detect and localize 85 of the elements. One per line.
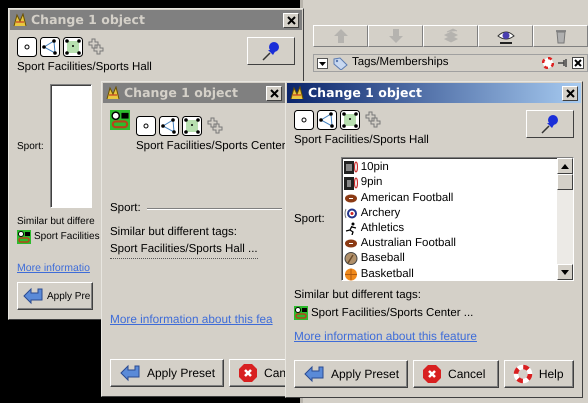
close-icon (270, 88, 278, 98)
pin-button[interactable] (247, 37, 295, 65)
list-item[interactable]: Athletics (344, 221, 555, 236)
undock-icon[interactable] (557, 57, 569, 69)
target-icon (344, 206, 358, 220)
preset-path: Sport Facilities/Sports Center (136, 139, 286, 154)
similar-preset-link[interactable]: Sport Facilities (34, 229, 100, 244)
list-item[interactable]: Baseball (344, 251, 555, 267)
down-arrow-icon (386, 27, 404, 45)
bowling-pins-icon (344, 161, 358, 174)
window-title: Change 1 object (308, 84, 422, 102)
cancel-button[interactable]: Cancel (413, 360, 499, 388)
field-label: Sport: (110, 201, 141, 216)
line-type-icon (40, 37, 60, 57)
title-bar[interactable]: Change 1 object (287, 83, 581, 103)
list-item[interactable]: 10pin (344, 160, 555, 176)
runner-icon (344, 222, 358, 236)
toolbar-button[interactable] (478, 25, 533, 47)
relation-type-icon (363, 110, 383, 130)
point-type-icon (136, 116, 156, 136)
line-type-icon (159, 116, 179, 136)
pushpin-icon (539, 113, 561, 135)
apply-arrow-icon (22, 286, 44, 306)
up-arrow-icon (332, 27, 350, 45)
area-type-icon (340, 110, 360, 130)
close-icon (286, 16, 296, 24)
list-item[interactable]: Archery (344, 206, 555, 221)
similar-label: Similar but different tags: (294, 288, 422, 304)
cancel-icon (238, 363, 258, 383)
bowling-pins-icon (344, 176, 358, 190)
apply-button[interactable]: Apply Pre (17, 282, 93, 310)
point-type-icon (294, 110, 314, 130)
close-button[interactable] (562, 86, 578, 100)
app-icon (290, 86, 304, 100)
apply-button[interactable]: Apply Preset (294, 360, 408, 388)
scroll-up-icon (561, 164, 569, 169)
cancel-icon (422, 364, 442, 384)
similar-preset-link[interactable]: Sport Facilities/Sports Hall ... (110, 240, 258, 259)
close-icon (566, 88, 574, 98)
collapse-toggle[interactable] (317, 58, 328, 68)
australian-football-icon (344, 237, 358, 250)
scroll-thumb[interactable] (557, 174, 573, 190)
preset-path: Sport Facilities/Sports Hall (17, 60, 152, 75)
apply-button[interactable]: Apply Preset (110, 359, 224, 387)
line-type-icon (317, 110, 337, 130)
similar-preset-link[interactable]: Sport Facilities/Sports Center ... (311, 304, 474, 322)
lifebuoy-icon (512, 364, 533, 384)
sport-field[interactable] (146, 208, 282, 210)
area-type-icon (182, 116, 202, 136)
preset-path: Sport Facilities/Sports Hall (294, 133, 429, 148)
similar-label: Similar but differe (17, 215, 92, 230)
app-icon (13, 13, 27, 27)
american-football-icon (344, 192, 358, 205)
close-icon[interactable] (572, 57, 584, 69)
pushpin-icon (260, 40, 282, 62)
window-title: Change 1 object (124, 84, 238, 102)
tag-icon (332, 56, 348, 70)
list-item[interactable]: Basketball (344, 266, 555, 282)
layers-icon (442, 27, 460, 45)
help-icon[interactable] (542, 57, 554, 69)
help-button[interactable]: Help (504, 360, 574, 388)
list-item[interactable]: 9pin (344, 175, 555, 191)
pin-button[interactable] (526, 110, 574, 138)
baseball-icon (344, 252, 358, 266)
sport-list[interactable]: 10pin 9pin American Football Archery Athletics Australian Football Baseball Basketball (340, 157, 574, 282)
area-type-icon (63, 37, 83, 57)
close-button[interactable] (266, 86, 282, 100)
section-title: Tags/Memberships (352, 55, 449, 70)
list-item[interactable]: Australian Football (344, 236, 555, 252)
relation-type-icon (205, 116, 225, 136)
basketball-icon (344, 268, 358, 281)
similar-label: Similar but different tags: (110, 224, 238, 240)
window-title: Change 1 object (31, 10, 145, 29)
field-label: Sport: (294, 212, 325, 227)
point-type-icon (17, 37, 37, 57)
relation-type-icon (86, 37, 106, 57)
scroll-down-icon (561, 270, 569, 275)
field-label: Sport: (17, 140, 44, 154)
close-button[interactable] (283, 12, 299, 28)
sport-list[interactable] (50, 84, 92, 208)
apply-arrow-icon (303, 364, 325, 384)
list-item[interactable]: American Football (344, 190, 555, 206)
app-icon (106, 86, 120, 100)
apply-arrow-icon (119, 363, 141, 383)
scrollbar[interactable] (557, 158, 573, 280)
